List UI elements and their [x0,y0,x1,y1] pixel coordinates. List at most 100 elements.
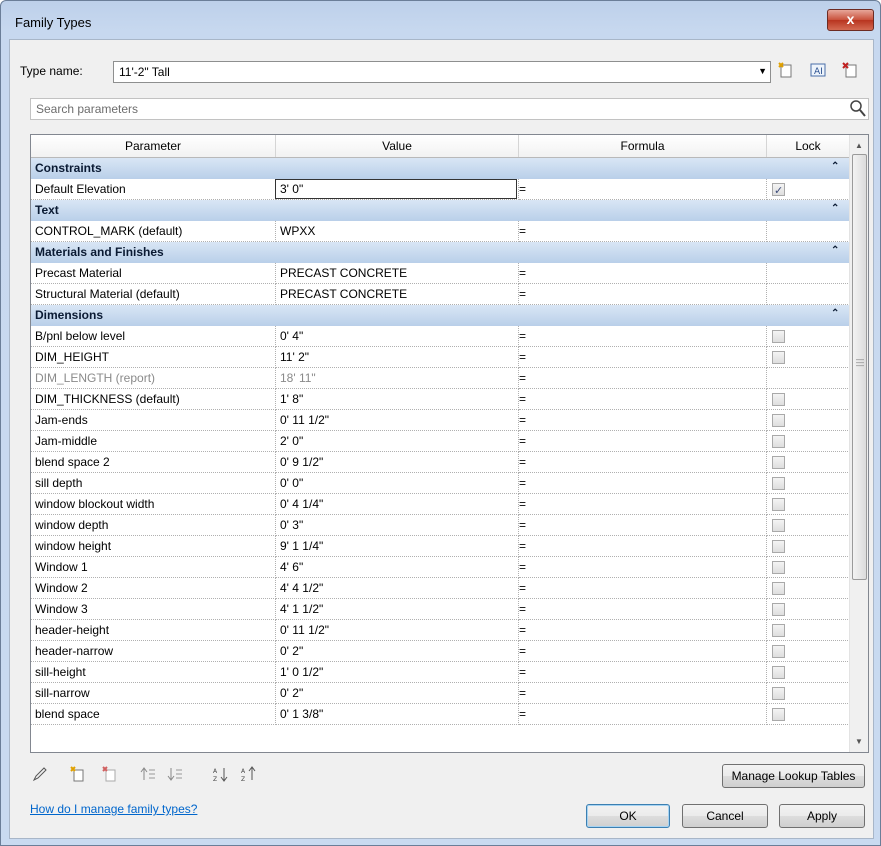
parameter-value[interactable]: 4' 4 1/2" [276,578,519,599]
parameter-row[interactable]: sill depth 0' 0" = [31,473,850,494]
parameter-formula[interactable]: = [519,284,767,305]
parameter-formula[interactable]: = [519,641,767,662]
parameter-formula[interactable]: = [519,683,767,704]
sort-ascending-icon[interactable]: AZ [210,766,230,786]
parameter-value[interactable]: 2' 0" [276,431,519,452]
parameter-value[interactable]: WPXX [276,221,519,242]
parameter-value[interactable]: 0' 9 1/2" [276,452,519,473]
sort-descending-icon[interactable]: AZ [238,766,258,786]
delete-parameter-icon[interactable] [100,766,120,786]
parameter-value[interactable]: 1' 0 1/2" [276,662,519,683]
parameter-row[interactable]: header-height 0' 11 1/2" = [31,620,850,641]
parameter-value[interactable]: 0' 2" [276,641,519,662]
lock-checkbox[interactable] [772,498,785,511]
cancel-button[interactable]: Cancel [682,804,768,828]
parameter-value[interactable]: 0' 0" [276,473,519,494]
collapse-chevron-icon[interactable]: ⌃ [831,245,839,256]
collapse-chevron-icon[interactable]: ⌃ [831,308,839,319]
parameter-row[interactable]: Window 1 4' 6" = [31,557,850,578]
parameter-value[interactable]: 4' 1 1/2" [276,599,519,620]
ok-button[interactable]: OK [586,804,670,828]
parameter-formula[interactable]: = [519,515,767,536]
parameter-row[interactable]: Default Elevation 3' 0" = [31,179,850,200]
collapse-chevron-icon[interactable]: ⌃ [831,161,839,172]
parameter-formula[interactable]: = [519,221,767,242]
parameter-value[interactable]: 0' 2" [276,683,519,704]
parameter-row[interactable]: Structural Material (default) PRECAST CON… [31,284,850,305]
parameter-value[interactable]: 3' 0" [276,179,519,200]
help-link[interactable]: How do I manage family types? [30,802,197,816]
parameter-formula[interactable]: = [519,578,767,599]
parameter-row[interactable]: Window 2 4' 4 1/2" = [31,578,850,599]
parameter-row[interactable]: header-narrow 0' 2" = [31,641,850,662]
parameter-formula[interactable]: = [519,557,767,578]
rename-type-icon[interactable]: AI [808,61,828,81]
lock-checkbox[interactable] [772,435,785,448]
parameter-formula[interactable]: = [519,620,767,641]
parameter-formula[interactable]: = [519,263,767,284]
type-name-dropdown[interactable]: 11'-2" Tall ▼ [113,61,771,83]
parameter-row[interactable]: sill-height 1' 0 1/2" = [31,662,850,683]
parameter-formula[interactable]: = [519,473,767,494]
new-parameter-icon[interactable] [68,766,88,786]
lock-checkbox[interactable] [772,414,785,427]
lock-checkbox[interactable] [772,477,785,490]
column-header-parameter[interactable]: Parameter [31,135,276,157]
parameter-formula[interactable]: = [519,494,767,515]
lock-checkbox[interactable] [772,181,785,199]
parameter-row[interactable]: blend space 0' 1 3/8" = [31,704,850,725]
lock-checkbox[interactable] [772,624,785,637]
parameter-value[interactable]: 0' 1 3/8" [276,704,519,725]
parameter-value[interactable]: 1' 8" [276,389,519,410]
parameter-row[interactable]: sill-narrow 0' 2" = [31,683,850,704]
parameter-row[interactable]: B/pnl below level 0' 4" = [31,326,850,347]
parameter-row[interactable]: window depth 0' 3" = [31,515,850,536]
parameter-row[interactable]: CONTROL_MARK (default) WPXX = [31,221,850,242]
parameter-formula[interactable]: = [519,368,767,389]
parameter-value[interactable]: 4' 6" [276,557,519,578]
lock-checkbox[interactable] [772,687,785,700]
column-header-value[interactable]: Value [276,135,519,157]
column-header-lock[interactable]: Lock [767,135,849,157]
parameter-row[interactable]: Window 3 4' 1 1/2" = [31,599,850,620]
parameter-value[interactable]: 0' 4 1/4" [276,494,519,515]
lock-checkbox[interactable] [772,561,785,574]
parameter-value[interactable]: 0' 4" [276,326,519,347]
search-input[interactable]: Search parameters [30,98,869,120]
parameter-row[interactable]: window height 9' 1 1/4" = [31,536,850,557]
parameter-value[interactable]: 9' 1 1/4" [276,536,519,557]
manage-lookup-tables-button[interactable]: Manage Lookup Tables [722,764,865,788]
edit-parameter-icon[interactable] [30,766,50,786]
close-button[interactable]: x [827,9,874,31]
parameter-formula[interactable]: = [519,452,767,473]
parameter-formula[interactable]: = [519,347,767,368]
lock-checkbox[interactable] [772,456,785,469]
parameter-row[interactable]: Jam-ends 0' 11 1/2" = [31,410,850,431]
parameter-formula[interactable]: = [519,431,767,452]
move-down-icon[interactable] [165,766,185,786]
parameter-formula[interactable]: = [519,326,767,347]
lock-checkbox[interactable] [772,582,785,595]
lock-checkbox[interactable] [772,330,785,343]
apply-button[interactable]: Apply [779,804,865,828]
parameter-formula[interactable]: = [519,389,767,410]
parameter-formula[interactable]: = [519,599,767,620]
group-header[interactable]: Constraints ⌃ [31,158,849,179]
parameter-formula[interactable]: = [519,704,767,725]
scroll-down-icon[interactable]: ▼ [850,733,868,750]
delete-type-icon[interactable] [840,61,860,81]
move-up-icon[interactable] [138,766,158,786]
scrollbar-thumb[interactable]: — — — [852,154,867,580]
parameter-row[interactable]: DIM_THICKNESS (default) 1' 8" = [31,389,850,410]
lock-checkbox[interactable] [772,645,785,658]
group-header[interactable]: Text ⌃ [31,200,849,221]
parameter-value[interactable]: 0' 3" [276,515,519,536]
lock-checkbox[interactable] [772,603,785,616]
scroll-up-icon[interactable]: ▲ [850,137,868,154]
vertical-scrollbar[interactable]: ▲ — — — ▼ [849,135,868,752]
parameter-row[interactable]: DIM_HEIGHT 11' 2" = [31,347,850,368]
parameter-row[interactable]: DIM_LENGTH (report) 18' 11" = [31,368,850,389]
parameter-row[interactable]: Jam-middle 2' 0" = [31,431,850,452]
parameter-row[interactable]: window blockout width 0' 4 1/4" = [31,494,850,515]
lock-checkbox[interactable] [772,540,785,553]
